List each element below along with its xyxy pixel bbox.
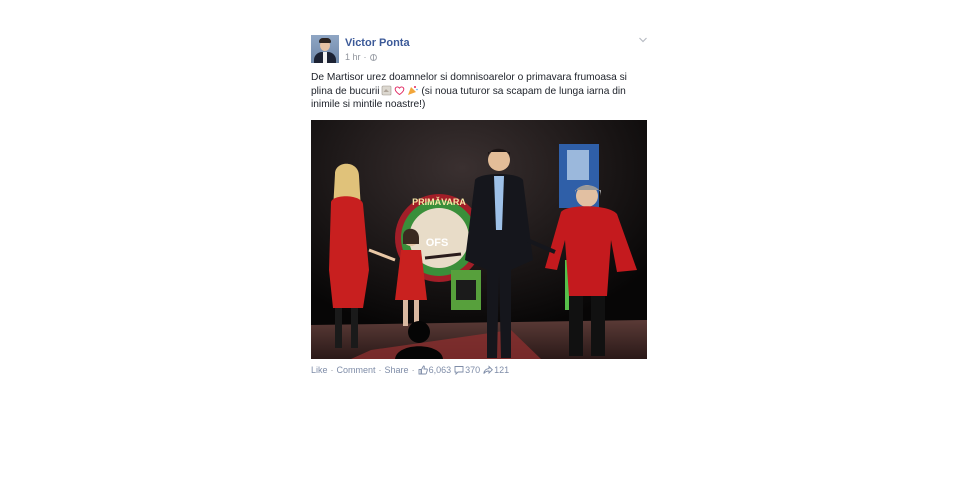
meta-separator: · <box>363 52 367 62</box>
comments-count-group[interactable]: 370 <box>454 365 480 375</box>
emblem-text2: OFS <box>426 237 449 249</box>
heart-emoji-icon <box>394 85 404 95</box>
likes-count: 6,063 <box>428 364 452 375</box>
comment-link[interactable]: Comment <box>337 365 376 375</box>
post-actions: Like · Comment · Share · 6,063 370 121 <box>311 365 647 375</box>
like-link[interactable]: Like <box>311 365 328 375</box>
author-name[interactable]: Victor Ponta <box>345 37 410 49</box>
shares-count-group[interactable]: 121 <box>483 365 509 375</box>
woman-dress <box>329 195 369 308</box>
stage-photo-illustration: PRIMĂVARA OFS <box>311 119 647 359</box>
emblem-text: PRIMĂVARA <box>412 197 466 207</box>
share-link[interactable]: Share <box>385 365 409 375</box>
comments-count: 370 <box>465 364 481 375</box>
post-photo[interactable]: PRIMĂVARA OFS <box>311 119 647 359</box>
post-header: Victor Ponta 1 hr · <box>311 33 647 65</box>
share-arrow-icon <box>483 364 494 374</box>
comment-bubble-icon <box>454 365 464 375</box>
likes-count-group[interactable]: 6,063 <box>418 364 452 375</box>
post-meta: 1 hr · <box>345 52 377 62</box>
action-separator: · <box>330 364 334 375</box>
action-separator: · <box>378 364 382 375</box>
action-separator: · <box>411 364 415 375</box>
chevron-down-icon[interactable] <box>639 37 647 43</box>
shoe-emoji-icon <box>381 85 391 95</box>
party-emoji-icon <box>407 85 418 95</box>
post-time[interactable]: 1 hr <box>345 52 361 62</box>
facebook-post: Victor Ponta 1 hr · De Martisor urez doa… <box>311 33 647 375</box>
author-avatar[interactable] <box>311 35 339 63</box>
thumbs-up-icon <box>418 365 428 374</box>
shares-count: 121 <box>494 364 510 375</box>
post-text: De Martisor urez doamnelor si domnisoare… <box>311 71 647 112</box>
globe-icon <box>369 53 377 61</box>
